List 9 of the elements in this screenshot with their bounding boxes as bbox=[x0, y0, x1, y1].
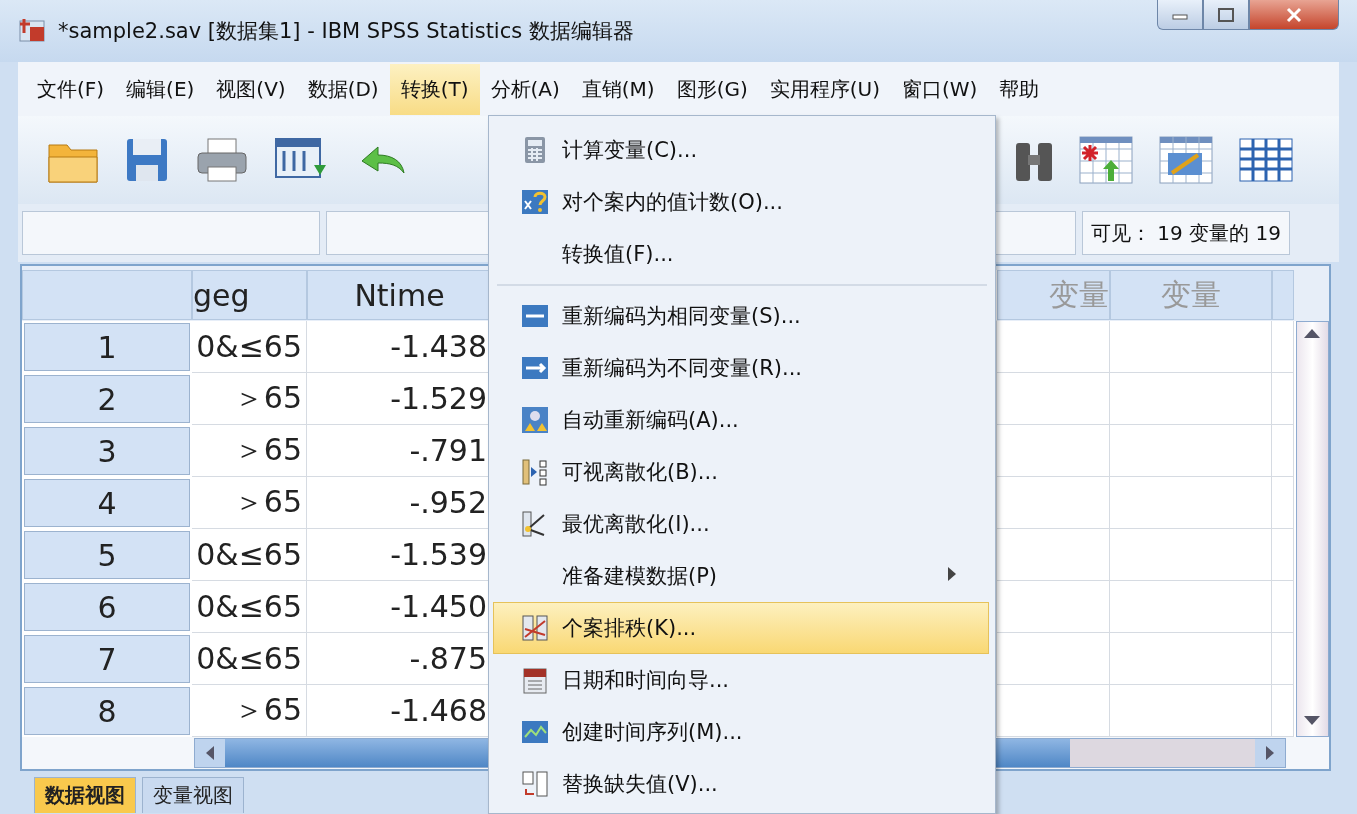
table-cell: 0&≤65 bbox=[192, 633, 307, 685]
variable-count: 可见： 19 变量的 19 bbox=[1082, 211, 1290, 255]
table-cell: 0&≤65 bbox=[192, 321, 307, 373]
table-cell: 0&≤65 bbox=[192, 581, 307, 633]
table-cell: ＞65 bbox=[192, 425, 307, 477]
table-cell: 0&≤65 bbox=[192, 529, 307, 581]
table-cell: ＞65 bbox=[192, 373, 307, 425]
window-title: *sample2.sav [数据集1] - IBM SPSS Statistics 数据编辑器 bbox=[58, 18, 635, 45]
table-cell: ＞65 bbox=[192, 477, 307, 529]
